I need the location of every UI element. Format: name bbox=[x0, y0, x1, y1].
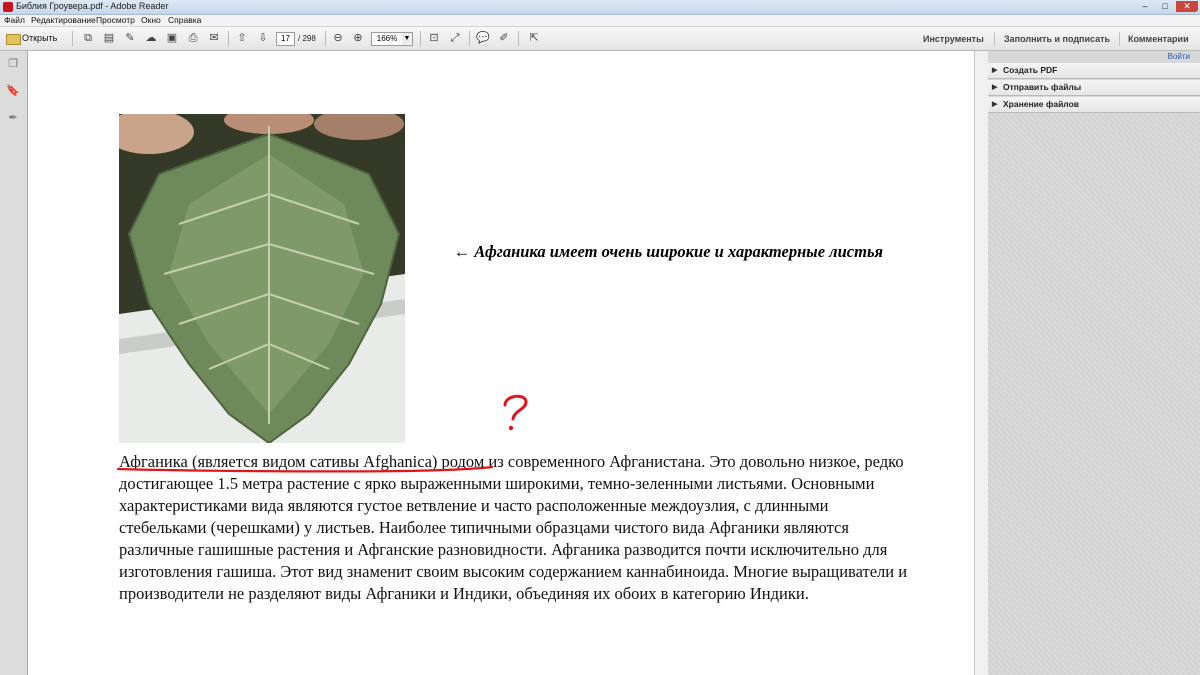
pdf-file-icon[interactable]: ▤ bbox=[101, 31, 117, 46]
page-thumbnails-icon[interactable]: ❐ bbox=[6, 57, 20, 71]
toolbar-separator bbox=[420, 31, 421, 46]
comment-icon[interactable]: 💬 bbox=[475, 31, 491, 46]
document-page[interactable]: ← Афганика имеет очень широкие и характе… bbox=[28, 51, 974, 675]
section-send-files[interactable]: ▶ Отправить файлы bbox=[988, 80, 1200, 96]
open-button[interactable]: Открыть bbox=[4, 31, 57, 46]
tab-fill-sign[interactable]: Заполнить и подписать bbox=[1004, 32, 1110, 46]
zoom-out-icon[interactable]: ⊖ bbox=[330, 31, 346, 46]
bookmarks-icon[interactable]: 🔖 bbox=[6, 84, 20, 98]
adobe-reader-icon bbox=[3, 2, 13, 12]
vertical-scrollbar[interactable] bbox=[974, 51, 988, 675]
red-underline-annotation[interactable] bbox=[116, 465, 496, 475]
save-icon[interactable]: ▣ bbox=[164, 31, 180, 46]
page-number-input[interactable]: 17 bbox=[276, 32, 295, 46]
tab-comments[interactable]: Комментарии bbox=[1128, 32, 1189, 46]
menu-bar: Файл Редактирование Просмотр Окно Справк… bbox=[0, 15, 1200, 26]
tab-separator bbox=[994, 32, 995, 46]
tab-separator bbox=[1119, 32, 1120, 46]
toolbar-separator bbox=[72, 31, 73, 46]
zoom-in-icon[interactable]: ⊕ bbox=[350, 31, 366, 46]
chevron-down-icon[interactable]: ▼ bbox=[402, 32, 413, 46]
section-send-files-label: Отправить файлы bbox=[1003, 82, 1082, 92]
minimize-button[interactable]: – bbox=[1136, 1, 1154, 12]
create-pdf-icon[interactable]: ⧉ bbox=[80, 31, 96, 46]
tools-pane-background bbox=[988, 114, 1200, 675]
next-page-icon[interactable]: ⇩ bbox=[255, 31, 271, 46]
expand-icon[interactable]: ⇱ bbox=[526, 31, 542, 46]
fit-page-icon[interactable]: ⊡ bbox=[426, 31, 442, 46]
toolbar-separator bbox=[228, 31, 229, 46]
email-icon[interactable]: ✉ bbox=[206, 31, 222, 46]
close-button[interactable]: ✕ bbox=[1176, 1, 1198, 12]
highlight-icon[interactable]: ✐ bbox=[496, 31, 512, 46]
edit-icon[interactable]: ✎ bbox=[122, 31, 138, 46]
folder-icon bbox=[6, 34, 21, 45]
image-caption: ← Афганика имеет очень широкие и характе… bbox=[453, 242, 883, 261]
open-button-label: Открыть bbox=[22, 33, 58, 43]
toolbar-separator bbox=[469, 31, 470, 46]
menu-file[interactable]: Файл bbox=[4, 15, 25, 26]
menu-help[interactable]: Справка bbox=[168, 15, 201, 26]
section-create-pdf[interactable]: ▶ Создать PDF bbox=[988, 63, 1200, 79]
tools-pane: Войти ▶ Создать PDF ▶ Отправить файлы ▶ … bbox=[988, 51, 1200, 675]
main-toolbar: Открыть ⧉ ▤ ✎ ☁ ▣ ⎙ ✉ ⇧ ⇩ 17 / 298 ⊖ ⊕ 1… bbox=[0, 27, 1200, 51]
previous-page-icon[interactable]: ⇧ bbox=[234, 31, 250, 46]
cloud-upload-icon[interactable]: ☁ bbox=[143, 31, 159, 46]
menu-window[interactable]: Окно bbox=[141, 15, 161, 26]
signature-icon[interactable]: ✒ bbox=[6, 111, 20, 125]
tab-tools[interactable]: Инструменты bbox=[923, 32, 984, 46]
navigation-pane: ❐ 🔖 ✒ bbox=[0, 51, 28, 675]
sign-in-link[interactable]: Войти bbox=[1168, 52, 1190, 61]
chevron-right-icon: ▶ bbox=[992, 84, 998, 91]
window-title-bar: Библия Гроувера.pdf - Adobe Reader – □ ✕ bbox=[0, 0, 1200, 15]
page-total: / 298 bbox=[298, 34, 316, 43]
menu-edit[interactable]: Редактирование bbox=[31, 15, 96, 26]
chevron-right-icon: ▶ bbox=[992, 67, 998, 74]
toolbar-separator bbox=[325, 31, 326, 46]
print-icon[interactable]: ⎙ bbox=[185, 31, 201, 46]
section-store-files[interactable]: ▶ Хранение файлов bbox=[988, 97, 1200, 113]
maximize-button[interactable]: □ bbox=[1156, 1, 1174, 12]
section-store-files-label: Хранение файлов bbox=[1003, 99, 1079, 109]
section-create-pdf-label: Создать PDF bbox=[1003, 65, 1058, 75]
window-title: Библия Гроувера.pdf - Adobe Reader bbox=[16, 1, 169, 11]
toolbar-separator bbox=[518, 31, 519, 46]
question-mark-annotation[interactable]: ? bbox=[498, 391, 538, 436]
full-screen-icon[interactable]: ⤢ bbox=[447, 31, 463, 46]
leaf-photo bbox=[119, 114, 405, 443]
menu-view[interactable]: Просмотр bbox=[96, 15, 135, 26]
chevron-right-icon: ▶ bbox=[992, 101, 998, 108]
zoom-level-input[interactable]: 166% bbox=[371, 32, 403, 46]
